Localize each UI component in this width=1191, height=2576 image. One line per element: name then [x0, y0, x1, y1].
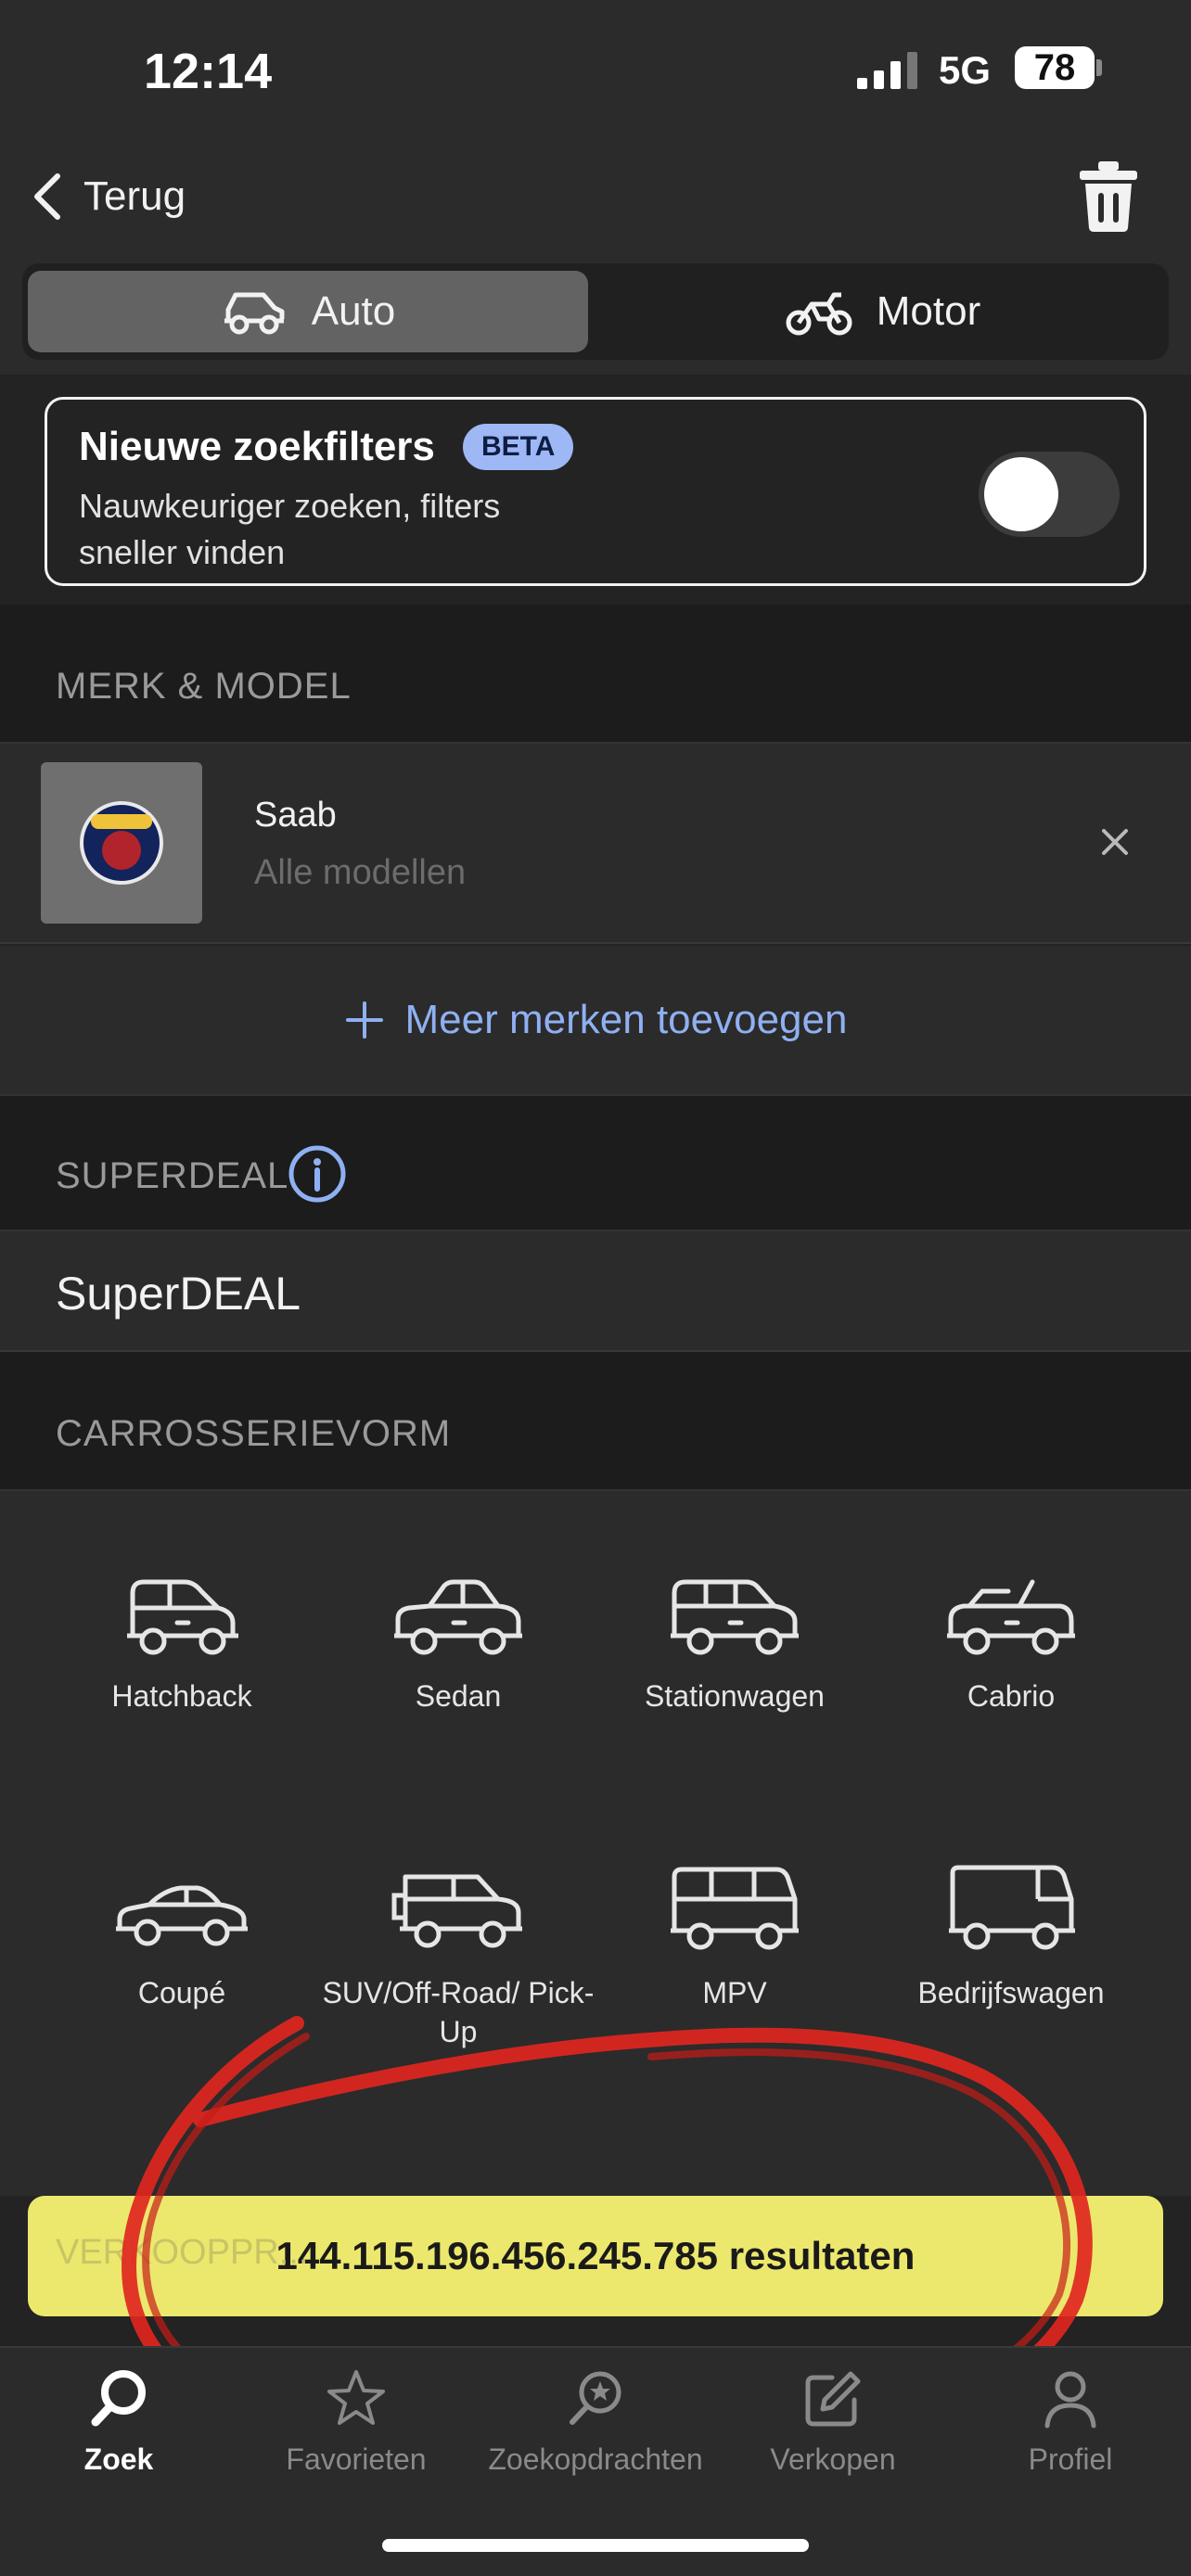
tab-label: Zoekopdrachten [488, 2442, 703, 2476]
tab-favorieten[interactable]: Favorieten [237, 2366, 475, 2496]
segment-motor-label: Motor [876, 288, 981, 334]
chevron-left-icon [34, 173, 60, 220]
body-type-label: MPV [702, 1976, 767, 2009]
new-filters-title: Nieuwe zoekfilters [79, 424, 435, 469]
battery-icon: 78 [1015, 46, 1095, 89]
bedrijfswagen-icon [949, 1865, 1075, 1950]
tab-zoekopdrachten[interactable]: Zoekopdrachten [477, 2366, 714, 2496]
segment-auto[interactable]: Auto [28, 271, 588, 352]
body-type-cabrio[interactable]: Cabrio [863, 1565, 1159, 1806]
mpv-icon [671, 1867, 799, 1950]
plus-icon [345, 1001, 383, 1039]
body-type-coupe[interactable]: Coupé [33, 1862, 330, 2103]
section-superdeal-title: SUPERDEAL [56, 1155, 289, 1196]
add-brands-button[interactable]: Meer merken toevoegen [0, 946, 1191, 1094]
body-type-hatchback[interactable]: Hatchback [33, 1565, 330, 1806]
body-type-label: Bedrijfswagen [917, 1976, 1105, 2009]
new-filters-card: Nieuwe zoekfilters BETA Nauwkeuriger zoe… [45, 397, 1146, 586]
search-icon [91, 2370, 146, 2427]
beta-badge: BETA [463, 424, 574, 470]
brand-models: Alle modellen [254, 853, 467, 892]
section-superdeal: SUPERDEAL [0, 1094, 1191, 1231]
tab-zoek[interactable]: Zoek [0, 2366, 237, 2496]
tab-verkopen[interactable]: Verkopen [714, 2366, 952, 2496]
superdeal-label: SuperDEAL [56, 1268, 301, 1320]
hidden-section-partial: VERKOOPPR... [56, 2233, 309, 2272]
add-brands-label: Meer merken toevoegen [404, 997, 848, 1042]
body-type-sedan[interactable]: Sedan [310, 1565, 607, 1806]
section-body-type-title: CARROSSERIEVORM [56, 1413, 452, 1454]
saved-search-icon [570, 2371, 621, 2425]
body-type-label: Sedan [415, 1679, 502, 1713]
motorcycle-icon [786, 292, 852, 336]
saab-emblem [80, 801, 163, 885]
stationwagen-icon [671, 1579, 799, 1655]
brand-row-saab[interactable]: Saab Alle modellen [0, 744, 1191, 944]
back-button[interactable]: Terug [32, 167, 186, 226]
network-type: 5G [939, 48, 992, 92]
brand-name: Saab [254, 796, 337, 835]
suv-icon [391, 1874, 522, 1948]
coupe-icon [116, 1885, 248, 1946]
results-count: 144.115.196.456.245.785 resultaten [275, 2234, 916, 2277]
vehicle-type-segment: Auto Motor [22, 263, 1169, 360]
status-bar: 12:14 5G 78 [0, 0, 1191, 139]
tab-label: Favorieten [286, 2442, 427, 2476]
tab-profiel[interactable]: Profiel [952, 2366, 1189, 2496]
profile-icon [1044, 2371, 1096, 2429]
body-type-label: SUV/Off-Road/ Pick-Up [322, 1976, 595, 2048]
tab-label: Zoek [83, 2442, 154, 2476]
info-icon[interactable] [288, 1144, 347, 1204]
body-type-bedrijfswagen[interactable]: Bedrijfswagen [863, 1862, 1159, 2103]
body-type-label: Hatchback [111, 1679, 252, 1713]
battery-tip [1096, 59, 1102, 76]
segment-auto-label: Auto [311, 288, 396, 334]
segment-motor[interactable]: Motor [603, 271, 1163, 352]
status-time: 12:14 [144, 44, 273, 99]
superdeal-row[interactable]: SuperDEAL [0, 1231, 1191, 1352]
show-results-button[interactable]: VERKOOPPR... 144.115.196.456.245.785 res… [28, 2196, 1163, 2316]
body-type-label: Coupé [137, 1976, 226, 2009]
vehicle-type-segment-wrap: Auto Motor [0, 254, 1191, 375]
body-type-mpv[interactable]: MPV [586, 1862, 883, 2103]
new-filters-description: Nauwkeuriger zoeken, filters sneller vin… [79, 487, 501, 571]
tab-label: Profiel [1028, 2442, 1113, 2476]
signal-icon [857, 52, 917, 89]
trash-icon[interactable] [1076, 159, 1141, 234]
section-brand-model: MERK & MODEL [0, 605, 1191, 744]
body-type-stationwagen[interactable]: Stationwagen [586, 1565, 883, 1806]
body-type-label: Cabrio [967, 1679, 1056, 1713]
edit-icon [805, 2371, 861, 2427]
sedan-icon [394, 1579, 522, 1655]
car-icon [224, 292, 285, 335]
nav-bar: Terug [0, 139, 1191, 254]
hatchback-icon [127, 1579, 238, 1655]
star-icon [327, 2370, 385, 2425]
cabrio-icon [947, 1579, 1075, 1655]
saab-logo [41, 762, 202, 924]
toggle-knob [984, 457, 1058, 531]
body-type-label: Stationwagen [645, 1679, 825, 1713]
back-label: Terug [83, 173, 186, 219]
close-icon[interactable] [1095, 822, 1135, 862]
home-indicator [382, 2539, 809, 2552]
section-brand-model-title: MERK & MODEL [56, 666, 352, 707]
new-filters-toggle[interactable] [979, 452, 1120, 537]
body-type-grid: Hatchback Sedan Stationwagen Cabrio Coup… [0, 1491, 1191, 2196]
tab-label: Verkopen [770, 2442, 896, 2476]
section-body-type: CARROSSERIEVORM [0, 1352, 1191, 1491]
body-type-suv[interactable]: SUV/Off-Road/ Pick-Up [310, 1862, 607, 2103]
